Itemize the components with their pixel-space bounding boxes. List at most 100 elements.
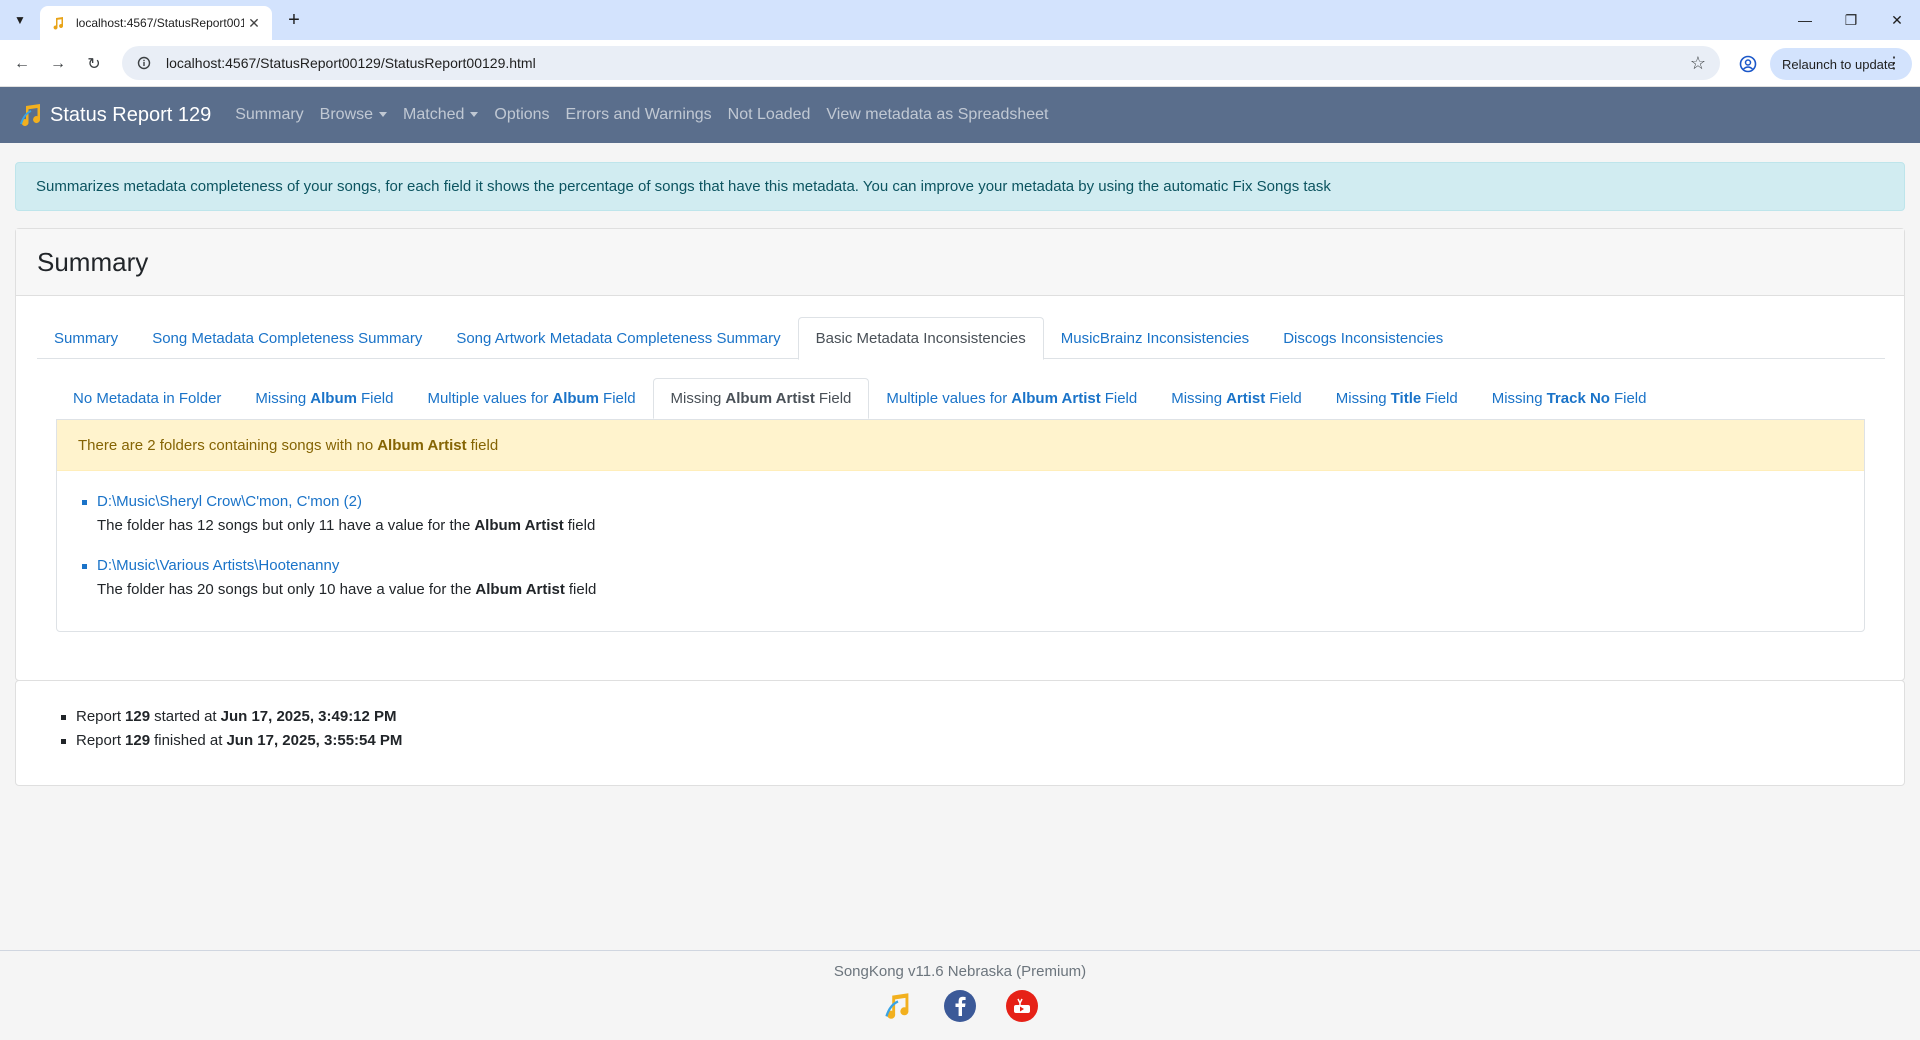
folder-description: The folder has 20 songs but only 10 have… [97,578,1864,602]
nav-browse-label: Browse [319,106,374,123]
report-finished: Report 129 finished at Jun 17, 2025, 3:55:5… [61,729,1904,753]
subtab-label-post: Field [1613,390,1647,407]
site-info-icon[interactable] [136,55,152,71]
subtab-label-bold: Track No [1546,390,1610,407]
url-text: localhost:4567/StatusReport00129/StatusR… [166,55,536,71]
footer: SongKong v11.6 Nebraska (Premium) [0,950,1920,1040]
card-title: Summary [37,246,149,277]
tab-pane-missing-album-artist: There are 2 folders containing songs wit… [56,419,1865,632]
folder-link[interactable]: D:\Music\Various Artists\Hootenanny [97,554,1864,578]
subtab-label-pre: Missing [670,390,722,407]
subtab-missing-track-no[interactable]: Missing Track No Field [1475,378,1664,419]
folder-desc-pre: The folder has 12 songs but only 11 have… [97,517,471,534]
browser-tab-strip: ▼ localhost:4567/StatusReport00129/Statu… [0,0,1920,40]
subtab-label-bold: Artist [1226,390,1266,407]
tab-title: localhost:4567/StatusReport00129/StatusR… [76,16,244,30]
warning-text-post: field [470,436,499,454]
subtab-label-pre: Multiple values for [886,390,1008,407]
reload-icon[interactable]: ↻ [80,50,108,78]
subtab-label-bold: Album [310,390,357,407]
report-times-list: Report 129 started at Jun 17, 2025, 3:49:12… [16,681,1904,753]
folder-description: The folder has 12 songs but only 11 have… [97,514,1864,538]
nav-matched-dropdown[interactable]: Matched [403,106,479,124]
window-controls: — ❐ ✕ [1782,0,1920,40]
tab-search-chevron-icon[interactable]: ▼ [8,8,32,32]
subtab-label-post: Field [603,390,636,407]
folder-desc-pre: The folder has 20 songs but only 10 have… [97,581,472,598]
footer-icons [0,990,1920,1022]
info-alert: Summarizes metadata completeness of your… [15,162,1905,211]
nav-options[interactable]: Options [494,106,549,124]
restore-icon[interactable]: ❐ [1828,0,1874,40]
report-finished-pre: Report [76,732,122,749]
report-finished-time: Jun 17, 2025, 3:55:54 PM [226,732,403,749]
folder-link[interactable]: D:\Music\Sheryl Crow\C'mon, C'mon (2) [97,490,1864,514]
report-started-mid: started at [154,708,217,725]
subtab-label-bold: Album [552,390,600,407]
browser-toolbar: ← → ↻ localhost:4567/StatusReport00129/S… [0,40,1920,87]
tab-basic-metadata-inconsistencies[interactable]: Basic Metadata Inconsistencies [797,317,1044,360]
warning-alert: There are 2 folders containing songs wit… [57,420,1864,471]
secondary-tabs: No Metadata in Folder Missing Album Field … [56,378,1865,419]
brand[interactable]: Status Report 129 [18,102,211,128]
youtube-icon[interactable] [1006,990,1038,1022]
folder-list: D:\Music\Sheryl Crow\C'mon, C'mon (2) Th… [57,471,1864,602]
facebook-icon[interactable] [944,990,976,1022]
relaunch-to-update-button[interactable]: Relaunch to update ⋮ [1770,48,1912,80]
forward-arrow-icon[interactable]: → [44,50,72,78]
folder-desc-bold: Album Artist [475,581,565,598]
tab-close-icon[interactable]: ✕ [246,15,262,32]
tab-song-metadata-completeness[interactable]: Song Metadata Completeness Summary [135,317,439,359]
report-times-card: Report 129 started at Jun 17, 2025, 3:49:12… [15,680,1905,786]
caret-down-icon [470,112,479,118]
card-header: Summary [16,229,1904,296]
report-started-pre: Report [76,708,122,725]
address-bar[interactable]: localhost:4567/StatusReport00129/StatusR… [122,46,1720,80]
subtab-multiple-album-artist[interactable]: Multiple values for Album Artist Field [869,378,1154,419]
primary-tabs: Summary Song Metadata Completeness Summa… [37,317,1885,360]
subtab-label-post: Field [1425,390,1458,407]
subtab-label-pre: Missing [255,390,307,407]
browser-tab-active[interactable]: localhost:4567/StatusReport00129/StatusR… [40,6,272,40]
folder-desc-post: field [568,581,597,598]
subtab-label-pre: Missing [1491,390,1543,407]
folder-desc-post: field [567,517,596,534]
warning-text-pre: There are 2 folders containing songs wit… [78,436,374,454]
back-arrow-icon[interactable]: ← [8,50,36,78]
report-number: 129 [125,732,151,749]
tab-song-artwork-completeness[interactable]: Song Artwork Metadata Completeness Summa… [439,317,797,359]
subtab-label: No Metadata in Folder [73,390,222,407]
bookmark-star-icon[interactable]: ☆ [1690,53,1706,74]
minimize-icon[interactable]: — [1782,0,1828,40]
caret-down-icon [379,112,388,118]
summary-card: Summary Summary Song Metadata Completene… [15,228,1905,681]
subtab-label-post: Field [360,390,394,407]
profile-icon[interactable] [1736,52,1760,76]
subtab-missing-album[interactable]: Missing Album Field [238,378,410,419]
nav-browse-dropdown[interactable]: Browse [319,106,388,124]
nav-summary[interactable]: Summary [235,106,303,124]
window-close-icon[interactable]: ✕ [1874,0,1920,40]
subtab-missing-album-artist[interactable]: Missing Album Artist Field [652,378,870,419]
nav-errors-warnings[interactable]: Errors and Warnings [566,106,712,124]
tab-discogs-inconsistencies[interactable]: Discogs Inconsistencies [1266,317,1460,359]
subtab-multiple-album[interactable]: Multiple values for Album Field [410,378,652,419]
new-tab-plus-icon[interactable]: + [282,8,306,32]
tab-musicbrainz-inconsistencies[interactable]: MusicBrainz Inconsistencies [1044,317,1266,359]
list-item: D:\Music\Sheryl Crow\C'mon, C'mon (2) Th… [82,490,1864,538]
subtab-label-bold: Album Artist [1011,390,1101,407]
subtab-missing-artist[interactable]: Missing Artist Field [1154,378,1319,419]
browser-menu-icon[interactable]: ⋮ [1886,54,1902,74]
tab-summary[interactable]: Summary [37,317,135,359]
subtab-label-post: Field [1269,390,1302,407]
subtab-missing-title[interactable]: Missing Title Field [1319,378,1475,419]
nav-not-loaded[interactable]: Not Loaded [728,106,811,124]
relaunch-label: Relaunch to update [1782,56,1895,72]
subtab-label-post: Field [818,390,852,407]
report-finished-mid: finished at [154,732,223,749]
subtab-label-pre: Multiple values for [427,390,549,407]
songkong-logo-icon[interactable] [882,990,914,1022]
nav-view-spreadsheet[interactable]: View metadata as Spreadsheet [826,106,1048,124]
subtab-no-metadata-in-folder[interactable]: No Metadata in Folder [56,378,238,419]
footer-version: SongKong v11.6 Nebraska (Premium) [833,963,1087,980]
